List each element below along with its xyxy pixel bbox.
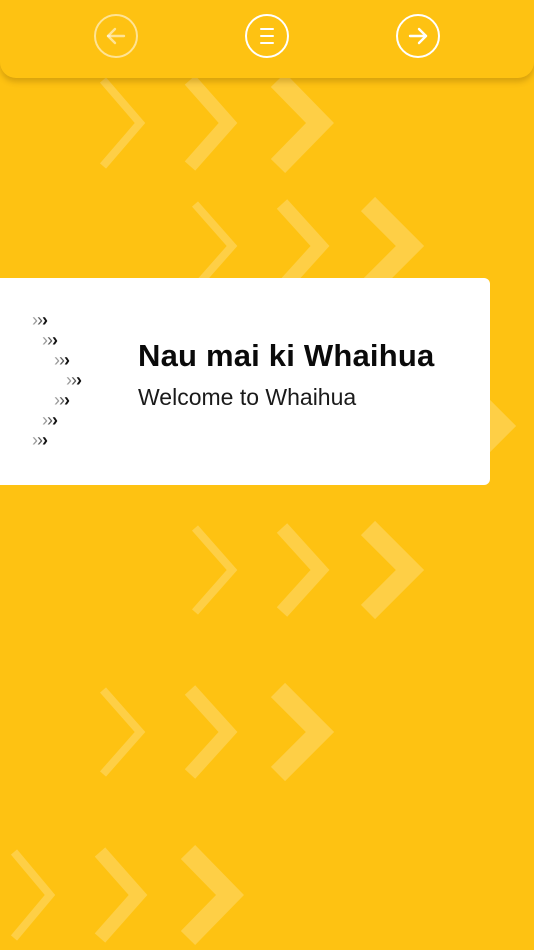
welcome-title: Nau mai ki Whaihua [138, 338, 435, 373]
menu-button[interactable] [245, 14, 289, 58]
back-button[interactable] [94, 14, 138, 58]
chevron-pattern-icon: ››› ››› ››› ››› ››› ››› ››› [32, 310, 82, 450]
arrow-left-icon [106, 27, 126, 45]
arrow-right-icon [408, 27, 428, 45]
next-button[interactable] [396, 14, 440, 58]
welcome-subtitle: Welcome to Whaihua [138, 384, 357, 410]
menu-icon [260, 28, 274, 44]
welcome-card: ››› ››› ››› ››› ››› ››› ››› Nau mai ki W… [0, 278, 490, 485]
top-navigation-bar [0, 0, 534, 78]
